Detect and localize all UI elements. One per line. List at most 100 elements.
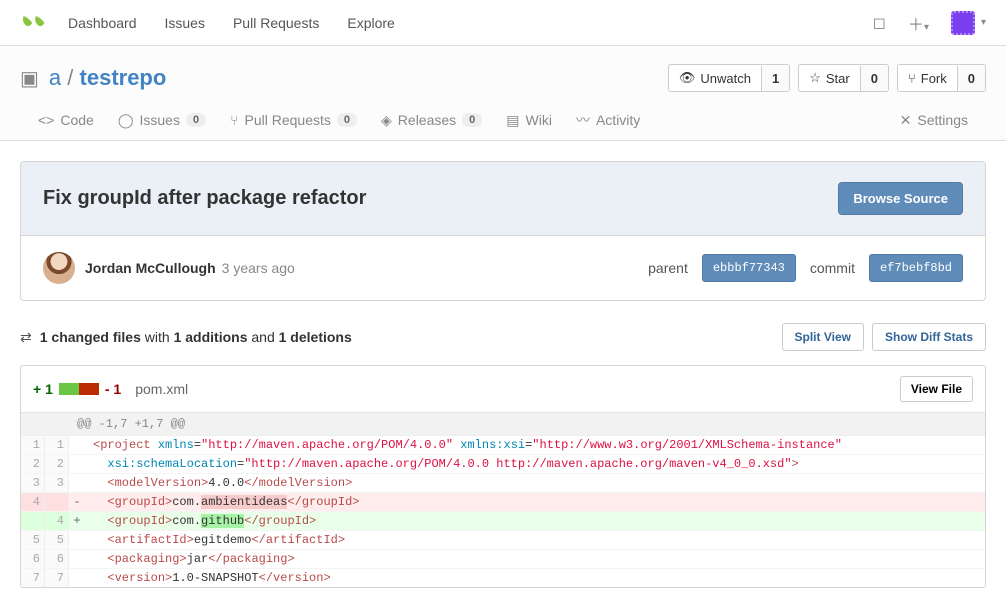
new-line-number: 7 [45, 569, 69, 587]
old-line-number: 7 [21, 569, 45, 587]
new-line-number: 1 [45, 436, 69, 454]
old-line-number: 3 [21, 474, 45, 492]
book-icon: ▤ [506, 112, 519, 129]
eye-icon: 👁 [679, 70, 696, 86]
diff-line: 66 <packaging>jar</packaging> [21, 549, 985, 568]
view-file-button[interactable]: View File [900, 376, 973, 402]
pull-icon: ⑂ [230, 112, 238, 128]
diff-line: 11 <project xmlns="http://maven.apache.o… [21, 436, 985, 454]
user-menu[interactable]: ▾ [951, 11, 986, 35]
code-content: <project xmlns="http://maven.apache.org/… [85, 436, 985, 454]
diffstat-blocks-icon [59, 383, 99, 395]
watch-count[interactable]: 1 [761, 66, 789, 91]
code-content: xsi:schemaLocation="http://maven.apache.… [85, 455, 985, 473]
tab-activity[interactable]: 〰Activity [576, 110, 640, 130]
repo-breadcrumb: a / testrepo [49, 65, 166, 91]
diff-line: 22 xsi:schemaLocation="http://maven.apac… [21, 454, 985, 473]
repo-header: ▣ a / testrepo 👁Unwatch 1 ☆Star 0 ⑂Fork … [0, 46, 1006, 141]
commit-title: Fix groupId after package refactor [43, 187, 366, 210]
diff-icon: ⇄ [20, 329, 32, 346]
tab-issues[interactable]: ◯Issues0 [118, 110, 206, 130]
author-avatar[interactable] [43, 252, 75, 284]
repo-name-link[interactable]: testrepo [80, 65, 167, 90]
file-diff: + 1 - 1 pom.xml View File @@ -1,7 +1,7 @… [20, 365, 986, 588]
old-line-number: 2 [21, 455, 45, 473]
nav-dashboard[interactable]: Dashboard [68, 15, 137, 31]
diff-sign [69, 569, 85, 587]
hunk-header: @@ -1,7 +1,7 @@ [21, 413, 985, 436]
file-diff-header: + 1 - 1 pom.xml View File [21, 366, 985, 413]
tab-pull-requests[interactable]: ⑂Pull Requests0 [230, 110, 357, 130]
repo-icon: ▣ [20, 66, 39, 91]
diff-summary: 1 changed files with 1 additions and 1 d… [40, 329, 352, 345]
code-content: <version>1.0-SNAPSHOT</version> [85, 569, 985, 587]
chevron-down-icon: ▾ [981, 17, 986, 28]
old-line-number: 5 [21, 531, 45, 549]
additions-count: + 1 [33, 381, 53, 397]
old-line-number: 1 [21, 436, 45, 454]
parent-sha[interactable]: ebbbf77343 [702, 254, 796, 282]
old-line-number [21, 512, 45, 530]
show-diff-stats-button[interactable]: Show Diff Stats [872, 323, 986, 351]
nav-explore[interactable]: Explore [347, 15, 394, 31]
commit-label: commit [810, 260, 855, 276]
nav-pull-requests[interactable]: Pull Requests [233, 15, 319, 31]
new-line-number: 3 [45, 474, 69, 492]
new-line-number: 2 [45, 455, 69, 473]
new-line-number: 6 [45, 550, 69, 568]
tag-icon: ◈ [381, 112, 392, 129]
diff-sign [69, 531, 85, 549]
inbox-icon[interactable]: ◻ [873, 13, 886, 33]
diff-hunk: @@ -1,7 +1,7 @@ 11 <project xmlns="http:… [21, 413, 985, 587]
issues-icon: ◯ [118, 112, 134, 129]
nav-issues[interactable]: Issues [165, 15, 205, 31]
star-count[interactable]: 0 [860, 66, 888, 91]
fork-button[interactable]: ⑂Fork 0 [897, 64, 986, 92]
fork-count[interactable]: 0 [957, 66, 985, 91]
fork-icon: ⑂ [908, 71, 916, 86]
diff-stats-bar: ⇄ 1 changed files with 1 additions and 1… [20, 323, 986, 351]
tools-icon: ✕ [900, 112, 912, 129]
deletions-count: - 1 [105, 381, 121, 397]
tab-code[interactable]: <>Code [38, 110, 94, 130]
split-view-button[interactable]: Split View [782, 323, 864, 351]
star-button[interactable]: ☆Star 0 [798, 64, 889, 92]
code-content: <artifactId>egitdemo</artifactId> [85, 531, 985, 549]
repo-tabs: <>Code ◯Issues0 ⑂Pull Requests0 ◈Release… [20, 110, 986, 140]
code-content: <packaging>jar</packaging> [85, 550, 985, 568]
unwatch-button[interactable]: 👁Unwatch 1 [668, 64, 790, 92]
diff-line: 77 <version>1.0-SNAPSHOT</version> [21, 568, 985, 587]
tab-settings[interactable]: ✕Settings [900, 110, 968, 130]
diff-line: 55 <artifactId>egitdemo</artifactId> [21, 530, 985, 549]
top-nav: Dashboard Issues Pull Requests Explore ◻… [0, 0, 1006, 46]
commit-time: 3 years ago [222, 260, 295, 276]
diff-line: 33 <modelVersion>4.0.0</modelVersion> [21, 473, 985, 492]
author-name[interactable]: Jordan McCullough [85, 260, 216, 276]
diff-sign [69, 455, 85, 473]
diff-line: 4- <groupId>com.ambientideas</groupId> [21, 492, 985, 511]
pulse-icon: 〰 [576, 110, 590, 130]
old-line-number: 6 [21, 550, 45, 568]
diff-sign: - [69, 493, 85, 511]
star-icon: ☆ [809, 70, 821, 86]
new-line-number: 5 [45, 531, 69, 549]
code-icon: <> [38, 112, 54, 128]
parent-label: parent [648, 260, 688, 276]
code-content: <groupId>com.github</groupId> [85, 512, 985, 530]
commit-sha: ef7bebf8bd [869, 254, 963, 282]
diff-sign [69, 550, 85, 568]
diff-line: 4+ <groupId>com.github</groupId> [21, 511, 985, 530]
diff-sign [69, 436, 85, 454]
file-name[interactable]: pom.xml [135, 381, 188, 397]
tab-wiki[interactable]: ▤Wiki [506, 110, 552, 130]
logo-icon[interactable] [20, 12, 48, 34]
diff-sign: + [69, 512, 85, 530]
new-line-number [45, 493, 69, 511]
create-icon[interactable]: ＋▾ [908, 11, 929, 35]
new-line-number: 4 [45, 512, 69, 530]
tab-releases[interactable]: ◈Releases0 [381, 110, 482, 130]
diff-sign [69, 474, 85, 492]
repo-owner-link[interactable]: a [49, 65, 61, 90]
browse-source-button[interactable]: Browse Source [838, 182, 963, 215]
avatar-icon [951, 11, 975, 35]
